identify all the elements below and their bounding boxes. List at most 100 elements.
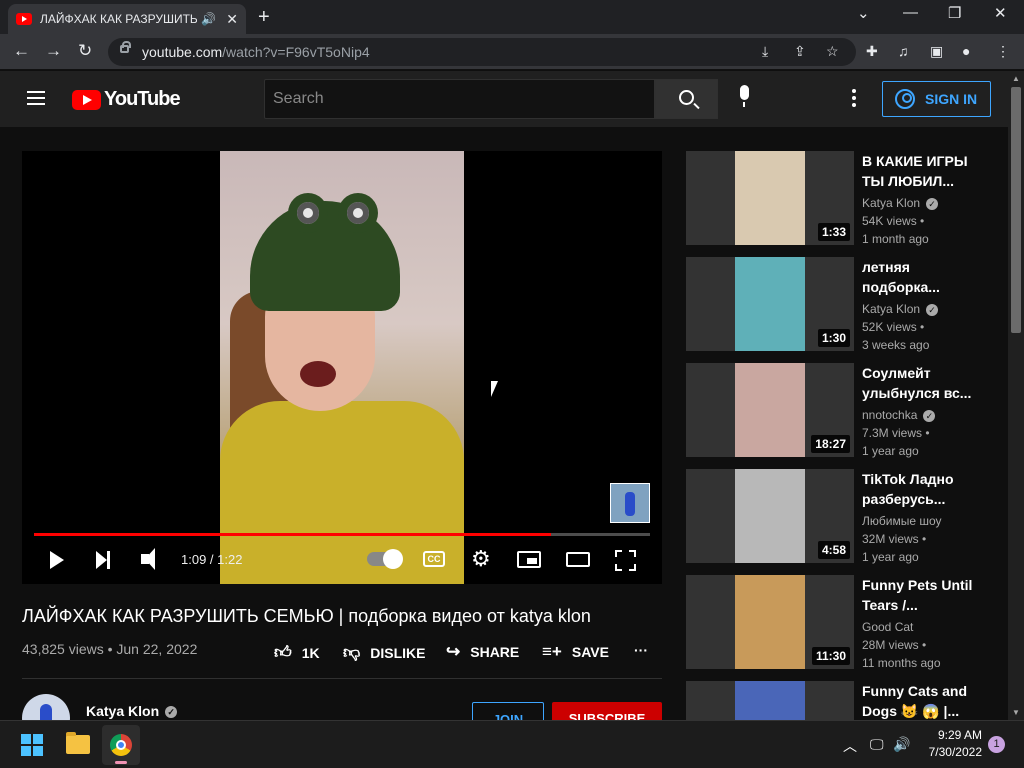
lock-icon[interactable] — [120, 41, 131, 53]
speaker-icon[interactable]: 🔊 — [201, 12, 216, 26]
new-tab-button[interactable]: + — [258, 6, 270, 29]
restore-button[interactable]: ❐ — [948, 4, 961, 22]
file-explorer-icon[interactable] — [66, 732, 90, 754]
sign-in-button[interactable]: SIGN IN — [882, 81, 991, 117]
scroll-up-icon[interactable]: ▲ — [1012, 74, 1020, 83]
duration-badge: 11:30 — [811, 647, 850, 665]
theater-mode-icon[interactable] — [566, 552, 590, 567]
divider — [22, 678, 662, 679]
volume-tray-icon[interactable]: 🔊 — [893, 736, 910, 753]
like-button[interactable]: 👍︎ 1K — [274, 642, 320, 663]
recommendation-item[interactable]: 4:58 TikTok Ладно разберусь... Любимые шоу… — [686, 469, 986, 564]
duration-badge: 4:58 — [817, 541, 850, 559]
recommendation-views: 28M views • — [862, 638, 927, 652]
search-button[interactable] — [655, 79, 718, 119]
recommendation-title[interactable]: Funny Pets Until Tears /... — [862, 575, 978, 615]
scrollbar-thumb[interactable] — [1011, 87, 1021, 333]
video-player[interactable]: 1:09 / 1:22 CC ⚙ — [22, 151, 662, 584]
video-frame[interactable] — [220, 151, 464, 584]
recommendation-thumbnail[interactable]: 1:30 — [686, 257, 854, 351]
recommendation-title[interactable]: В КАКИЕ ИГРЫ ТЫ ЛЮБИЛ... — [862, 151, 978, 191]
bookmark-star-icon[interactable]: ☆ — [826, 43, 839, 60]
fullscreen-icon[interactable] — [615, 550, 636, 571]
dislike-button[interactable]: 👎︎ DISLIKE — [343, 642, 426, 663]
settings-kebab-icon[interactable] — [852, 89, 856, 110]
network-icon[interactable]: 🖵 — [870, 736, 884, 753]
save-button[interactable]: ≡+ SAVE — [542, 642, 609, 662]
share-icon[interactable]: ⇪ — [794, 43, 806, 60]
notification-badge[interactable]: 1 — [988, 736, 1005, 753]
more-actions-icon[interactable]: ··· — [634, 642, 648, 658]
forward-button[interactable]: → — [45, 41, 62, 61]
recommendation-channel[interactable]: Good Cat — [862, 620, 913, 634]
recommendation-thumbnail[interactable]: 18:27 — [686, 363, 854, 457]
page-scrollbar[interactable]: ▲ ▼ — [1008, 71, 1024, 720]
recommendation-title[interactable]: Соулмейт улыбнулся вс... — [862, 363, 978, 403]
recommendation-title[interactable]: TikTok Ладно разберусь... — [862, 469, 978, 509]
recommendation-item[interactable]: 18:27 Соулмейт улыбнулся вс... nnotochka ✓ 7… — [686, 363, 986, 458]
windows-taskbar: ︿ 🖵 🔊 9:29 AM 7/30/2022 1 — [0, 720, 1024, 768]
youtube-header: YouTube SIGN IN — [0, 71, 1008, 127]
recommendation-thumbnail[interactable]: 4:58 — [686, 469, 854, 563]
youtube-logo[interactable]: YouTube — [72, 88, 181, 111]
recommendation-age: 3 weeks ago — [862, 338, 930, 352]
youtube-favicon-icon — [16, 13, 32, 25]
hamburger-menu-icon[interactable] — [27, 91, 45, 105]
back-button[interactable]: ← — [13, 41, 30, 61]
voice-search-button[interactable] — [728, 79, 764, 115]
recommendation-views: 54K views • — [862, 214, 925, 228]
verified-check-icon: ✓ — [926, 303, 939, 316]
next-video-icon[interactable] — [96, 551, 110, 569]
user-icon — [895, 89, 915, 109]
captions-button[interactable]: CC — [423, 551, 445, 567]
browser-tab-bar: ЛАЙФХАК КАК РАЗРУШИТЬ 🔊 ✕ + ⌄ — ❐ ✕ — [0, 0, 1024, 34]
recommendation-thumbnail[interactable]: 11:30 — [686, 575, 854, 669]
volume-icon[interactable] — [141, 548, 155, 570]
end-screen-video-thumbnail[interactable] — [610, 483, 650, 523]
recommendation-item[interactable]: 1:33 В КАКИЕ ИГРЫ ТЫ ЛЮБИЛ... Katya Klon ✓ 5… — [686, 151, 986, 246]
extensions-icon[interactable]: ✚ — [866, 43, 878, 60]
youtube-play-icon — [72, 89, 101, 110]
recommendation-age: 11 months ago — [862, 656, 941, 670]
install-icon[interactable]: ⤓ — [762, 43, 768, 60]
system-clock[interactable]: 9:29 AM 7/30/2022 — [922, 727, 982, 761]
profile-icon[interactable]: ● — [962, 43, 970, 59]
tab-search-icon[interactable]: ⌄ — [857, 4, 870, 22]
verified-check-icon: ✓ — [923, 409, 936, 422]
scroll-down-icon[interactable]: ▼ — [1012, 708, 1020, 717]
recommendation-item[interactable]: 11:30 Funny Pets Until Tears /... Good Cat… — [686, 575, 986, 670]
recommendation-channel[interactable]: Любимые шоу — [862, 514, 942, 528]
recommendation-channel[interactable]: Katya Klon ✓ — [862, 196, 939, 210]
windows-start-icon[interactable] — [21, 734, 43, 756]
recommendation-item[interactable]: 1:30 летняя подборка... Katya Klon ✓ 52K vie… — [686, 257, 986, 352]
side-panel-icon[interactable]: ▣ — [930, 43, 943, 60]
recommendation-channel[interactable]: nnotochka ✓ — [862, 408, 936, 422]
browser-toolbar: ← → ↻ youtube.com/watch?v=F96vT5oNip4 ⤓ … — [0, 34, 1024, 70]
recommendation-title[interactable]: летняя подборка... — [862, 257, 978, 297]
url-text[interactable]: youtube.com/watch?v=F96vT5oNip4 — [142, 44, 370, 60]
channel-name[interactable]: Katya Klon ✓ — [86, 703, 178, 719]
thumbs-down-icon: 👎︎ — [343, 643, 361, 662]
autoplay-toggle[interactable] — [367, 549, 403, 569]
recommendation-title[interactable]: Funny Cats and Dogs 😺 😱 |... — [862, 681, 978, 721]
reload-button[interactable]: ↻ — [78, 41, 92, 61]
address-bar[interactable]: youtube.com/watch?v=F96vT5oNip4 ⤓ ⇪ ☆ — [108, 38, 856, 66]
media-control-icon[interactable]: ♫ — [898, 43, 909, 59]
menu-kebab-icon[interactable]: ⋮ — [996, 43, 1010, 60]
chrome-taskbar-button[interactable] — [102, 725, 140, 765]
share-button[interactable]: ↪ SHARE — [446, 642, 519, 662]
screen: ЛАЙФХАК КАК РАЗРУШИТЬ 🔊 ✕ + ⌄ — ❐ ✕ ← → … — [0, 0, 1024, 768]
show-hidden-icons-chevron-icon[interactable]: ︿ — [843, 736, 857, 756]
browser-tab[interactable]: ЛАЙФХАК КАК РАЗРУШИТЬ 🔊 ✕ — [8, 4, 246, 34]
close-tab-icon[interactable]: ✕ — [226, 11, 238, 28]
mouse-cursor-icon — [491, 381, 505, 397]
progress-bar[interactable] — [34, 533, 650, 536]
search-input[interactable] — [265, 80, 654, 118]
miniplayer-icon[interactable] — [517, 551, 541, 568]
close-window-button[interactable]: ✕ — [994, 4, 1007, 22]
recommendation-thumbnail[interactable]: 1:33 — [686, 151, 854, 245]
recommendation-channel[interactable]: Katya Klon ✓ — [862, 302, 939, 316]
play-icon[interactable] — [50, 551, 64, 569]
settings-gear-icon[interactable]: ⚙ — [471, 548, 491, 570]
minimize-button[interactable]: — — [903, 4, 918, 21]
